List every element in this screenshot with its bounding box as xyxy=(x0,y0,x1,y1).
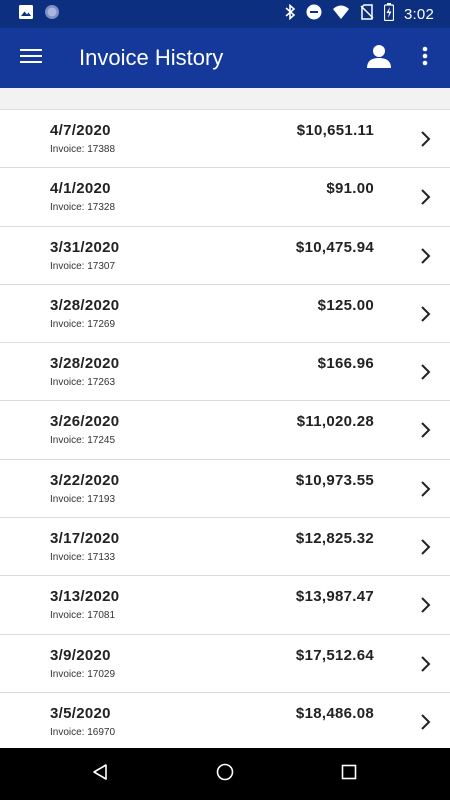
chevron-right-icon xyxy=(419,480,433,498)
chevron-right-icon xyxy=(419,130,433,148)
invoice-date: 4/7/2020 xyxy=(50,122,111,139)
invoice-date: 3/31/2020 xyxy=(50,238,120,256)
invoice-amount: $11,020.28 xyxy=(296,413,374,431)
page-title: Invoice History xyxy=(79,45,224,70)
recents-button[interactable] xyxy=(337,762,361,786)
sync-icon xyxy=(44,4,60,25)
invoice-date: 4/1/2020 xyxy=(50,180,111,198)
invoice-date: 3/13/2020 xyxy=(50,588,120,606)
invoice-number: Invoice: 17193 xyxy=(50,493,116,505)
invoice-number: Invoice: 17263 xyxy=(50,377,116,389)
chevron-right-icon xyxy=(419,305,433,323)
no-sim-icon xyxy=(360,3,374,25)
menu-icon xyxy=(20,48,42,69)
chevron-right-icon xyxy=(419,188,433,206)
more-vert-icon xyxy=(422,46,428,71)
invoice-row[interactable]: 3/17/2020 Invoice: 17133 $12,825.32 xyxy=(0,517,450,576)
invoice-row[interactable]: 3/28/2020 Invoice: 17269 $125.00 xyxy=(0,283,450,343)
invoice-number: Invoice: 17029 xyxy=(50,668,116,680)
account-button[interactable] xyxy=(364,43,394,73)
chevron-right-icon xyxy=(419,421,433,439)
invoice-date: 3/5/2020 xyxy=(50,704,111,722)
invoice-date: 3/9/2020 xyxy=(50,646,111,664)
status-time: 3:02 xyxy=(404,5,434,23)
invoice-date: 3/26/2020 xyxy=(50,413,120,431)
invoice-amount: $10,475.94 xyxy=(295,238,374,256)
back-button[interactable] xyxy=(88,762,112,786)
invoice-number: Invoice: 17133 xyxy=(50,552,116,564)
chevron-right-icon xyxy=(419,538,433,556)
invoice-row[interactable]: 3/28/2020 Invoice: 17263 $166.96 xyxy=(0,342,450,401)
invoice-number: Invoice: 17081 xyxy=(50,610,116,622)
wifi-icon xyxy=(332,4,350,25)
chevron-right-icon xyxy=(419,363,433,381)
invoice-amount: $18,486.08 xyxy=(295,704,374,722)
chevron-right-icon xyxy=(419,247,433,265)
invoice-row[interactable]: 3/5/2020 Invoice: 16970 $18,486.08 xyxy=(0,691,450,751)
invoice-number: Invoice: 17328 xyxy=(50,202,116,214)
status-bar: 3:02 xyxy=(0,0,450,28)
invoice-amount: $166.96 xyxy=(317,355,374,373)
battery-charging-icon xyxy=(383,2,395,26)
invoice-amount: $125.00 xyxy=(317,296,374,314)
more-options-button[interactable] xyxy=(414,43,436,73)
home-icon xyxy=(215,762,235,787)
do-not-disturb-icon xyxy=(306,4,322,25)
invoice-number: Invoice: 16970 xyxy=(50,726,116,738)
invoice-date: 3/28/2020 xyxy=(50,296,120,314)
recents-icon xyxy=(341,764,357,785)
navigation-bar xyxy=(0,748,450,800)
image-icon xyxy=(18,4,34,25)
invoice-number: Invoice: 17269 xyxy=(50,318,116,330)
invoice-row[interactable]: 3/31/2020 Invoice: 17307 $10,475.94 xyxy=(0,225,450,284)
invoice-number: Invoice: 17245 xyxy=(50,435,116,447)
invoice-number: Invoice: 17388 xyxy=(50,144,116,155)
account-icon xyxy=(366,43,392,74)
back-icon xyxy=(91,763,109,786)
chevron-right-icon xyxy=(419,713,433,731)
invoice-amount: $10,973.55 xyxy=(295,471,374,489)
chevron-right-icon xyxy=(419,655,433,673)
invoice-row[interactable]: 3/9/2020 Invoice: 17029 $17,512.64 xyxy=(0,633,450,692)
invoice-date: 3/22/2020 xyxy=(50,471,120,489)
invoice-number: Invoice: 17307 xyxy=(50,260,116,272)
invoice-date: 3/17/2020 xyxy=(50,530,120,548)
invoice-row[interactable]: 3/13/2020 Invoice: 17081 $13,987.47 xyxy=(0,575,450,634)
home-button[interactable] xyxy=(213,762,237,786)
invoice-amount: $13,987.47 xyxy=(295,588,374,606)
invoice-row[interactable]: 3/22/2020 Invoice: 17193 $10,973.55 xyxy=(0,458,450,518)
bluetooth-icon xyxy=(284,3,296,25)
invoice-amount: $17,512.64 xyxy=(295,646,374,664)
menu-button[interactable] xyxy=(16,44,46,72)
invoice-row[interactable]: 4/1/2020 Invoice: 17328 $91.00 xyxy=(0,167,450,226)
chevron-right-icon xyxy=(419,596,433,614)
invoice-row[interactable]: 3/26/2020 Invoice: 17245 $11,020.28 xyxy=(0,400,450,459)
invoice-amount: $10,651.11 xyxy=(296,122,374,139)
invoice-list: 4/7/2020 Invoice: 17388 $10,651.11 4/1/2020… xyxy=(0,109,450,751)
invoice-row[interactable]: 4/7/2020 Invoice: 17388 $10,651.11 xyxy=(0,109,450,168)
app-bar: Invoice History xyxy=(0,28,450,88)
invoice-amount: $91.00 xyxy=(326,180,374,198)
invoice-date: 3/28/2020 xyxy=(50,355,120,373)
invoice-amount: $12,825.32 xyxy=(295,530,374,548)
